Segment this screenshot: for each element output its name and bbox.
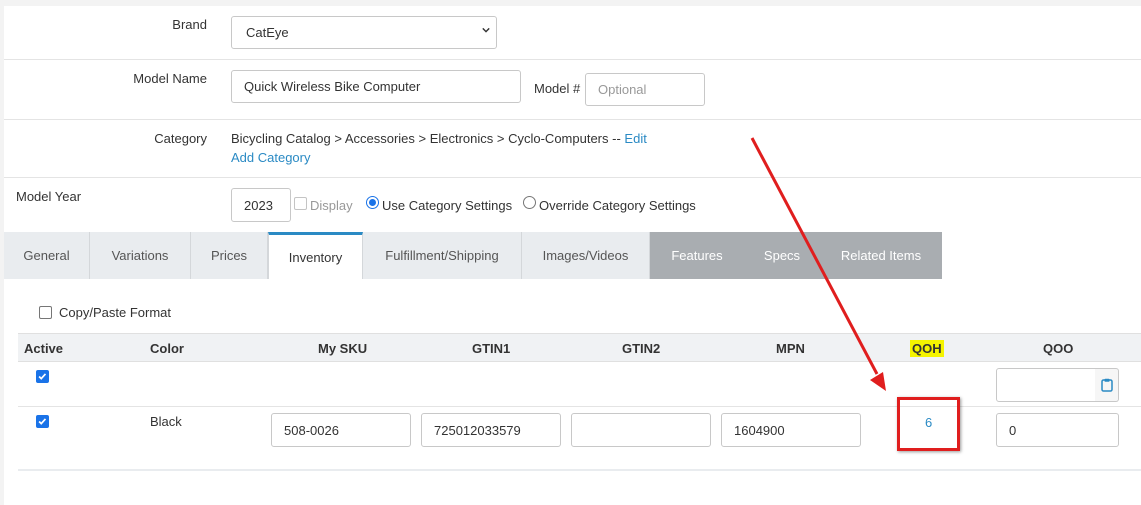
table-row: Black 508-0026 725012033579 1604900 6 0 — [18, 407, 1141, 469]
tab-general[interactable]: General — [4, 232, 90, 279]
row-color: Black — [150, 414, 182, 429]
model-name-input[interactable]: Quick Wireless Bike Computer — [231, 70, 521, 103]
brand-select[interactable]: CatEye — [231, 16, 497, 49]
tab-prices-label: Prices — [210, 248, 248, 263]
override-category-radio[interactable] — [523, 196, 536, 209]
model-year-label: Model Year — [16, 189, 82, 204]
table-header: Active Color My SKU GTIN1 GTIN2 MPN QOH … — [18, 333, 1141, 362]
add-category-link[interactable]: Add Category — [231, 150, 311, 165]
brand-row: Brand CatEye — [4, 6, 1141, 60]
category-label: Category — [154, 131, 207, 146]
copy-paste-checkbox[interactable] — [39, 306, 52, 319]
tab-specs[interactable]: Specs — [744, 232, 820, 279]
model-number-input[interactable]: Optional — [585, 73, 705, 106]
tab-features-label: Features — [671, 248, 723, 263]
row-mpn-input[interactable]: 1604900 — [721, 413, 861, 447]
model-year-row: Model Year 2023 Display Use Category Set… — [4, 178, 1141, 232]
tab-images-videos[interactable]: Images/Videos — [522, 232, 650, 279]
row-gtin2-input[interactable] — [571, 413, 711, 447]
brand-label: Brand — [172, 17, 207, 32]
qoh-highlight: QOH — [910, 339, 944, 357]
copy-paste-label: Copy/Paste Format — [59, 305, 171, 320]
tab-variations[interactable]: Variations — [90, 232, 191, 279]
model-year-input[interactable]: 2023 — [231, 188, 291, 222]
col-color-header: Color — [150, 340, 184, 356]
annotation-highlight-box — [897, 397, 960, 451]
model-year-value: 2023 — [244, 197, 273, 213]
col-qoh-header: QOH — [910, 334, 944, 362]
tab-specs-label: Specs — [763, 248, 801, 263]
tab-fulfillment-label: Fulfillment/Shipping — [385, 248, 499, 263]
tab-inventory-label: Inventory — [288, 249, 343, 265]
tab-prices[interactable]: Prices — [191, 232, 268, 279]
check-icon — [38, 373, 47, 380]
model-name-value: Quick Wireless Bike Computer — [244, 79, 421, 94]
row-my-sku-input[interactable]: 508-0026 — [271, 413, 411, 447]
display-label: Display — [310, 198, 353, 213]
tab-related-items-label: Related Items — [840, 248, 922, 263]
tab-bar: General Variations Prices Inventory Fulf… — [4, 232, 1141, 279]
tab-inventory[interactable]: Inventory — [268, 232, 363, 279]
inventory-table: Active Color My SKU GTIN1 GTIN2 MPN QOH … — [18, 333, 1141, 471]
model-number-placeholder: Optional — [598, 82, 647, 97]
override-category-label: Override Category Settings — [539, 198, 696, 213]
display-checkbox[interactable] — [294, 197, 307, 210]
model-number-label: Model # — [534, 81, 581, 96]
model-name-label: Model Name — [133, 71, 207, 86]
row-active-checkbox[interactable] — [36, 415, 49, 428]
tab-images-label: Images/Videos — [542, 248, 629, 263]
row-qoo-value: 0 — [1009, 422, 1017, 438]
check-icon — [38, 418, 47, 425]
col-mpn-header: MPN — [776, 340, 805, 356]
row-mpn-value: 1604900 — [734, 422, 785, 438]
use-category-radio[interactable] — [366, 196, 379, 209]
category-path: Bicycling Catalog > Accessories > Electr… — [231, 131, 647, 146]
col-active-header: Active — [24, 340, 64, 356]
row-my-sku-value: 508-0026 — [284, 422, 339, 438]
col-gtin2-header: GTIN2 — [622, 340, 661, 356]
clipboard-icon — [1100, 378, 1113, 392]
bulk-active-checkbox[interactable] — [36, 370, 49, 383]
category-path-text: Bicycling Catalog > Accessories > Electr… — [231, 131, 621, 146]
tab-bar-fill — [942, 232, 1141, 279]
row-qoo-input[interactable]: 0 — [996, 413, 1119, 447]
col-qoo-header: QOO — [1043, 340, 1074, 356]
model-name-row: Model Name Quick Wireless Bike Computer … — [4, 60, 1141, 120]
brand-selected-value: CatEye — [246, 25, 289, 40]
tab-features[interactable]: Features — [650, 232, 744, 279]
tab-fulfillment-shipping[interactable]: Fulfillment/Shipping — [363, 232, 522, 279]
col-my-sku-header: My SKU — [318, 340, 368, 356]
paste-button[interactable] — [1095, 368, 1119, 402]
tab-general-label: General — [23, 248, 70, 263]
table-row-bulk — [18, 362, 1141, 407]
tab-related-items[interactable]: Related Items — [820, 232, 942, 279]
chevron-down-icon — [482, 27, 490, 33]
category-edit-link[interactable]: Edit — [624, 131, 646, 146]
tab-variations-label: Variations — [111, 248, 169, 263]
category-row: Category Bicycling Catalog > Accessories… — [4, 120, 1141, 178]
row-gtin1-value: 725012033579 — [434, 422, 521, 438]
bulk-qoo-input[interactable] — [996, 368, 1096, 402]
col-gtin1-header: GTIN1 — [472, 340, 511, 356]
row-gtin1-input[interactable]: 725012033579 — [421, 413, 561, 447]
use-category-label: Use Category Settings — [382, 198, 513, 213]
